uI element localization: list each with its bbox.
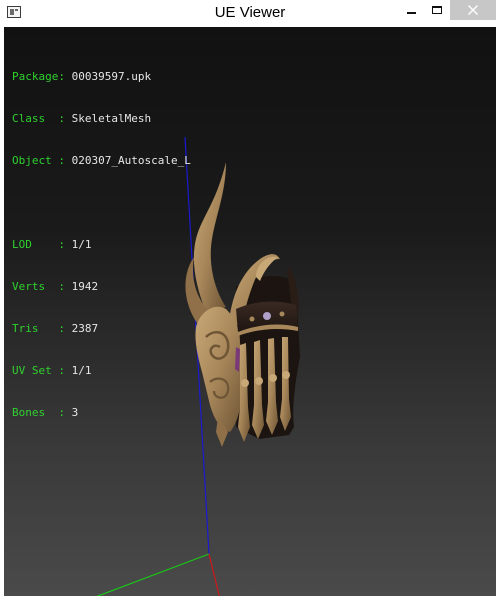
info-verts-value: 1942	[71, 280, 99, 293]
mesh-band-ornament-3	[279, 311, 285, 317]
x-axis	[208, 553, 220, 596]
info-package-value: 00039597.upk	[71, 70, 152, 83]
mesh-band-ornament-2	[249, 316, 255, 322]
info-tris: Tris : 2387	[12, 322, 191, 336]
claw-knuckle-4	[282, 371, 290, 379]
maximize-button[interactable]	[424, 0, 450, 20]
app-window: UE Viewer Package: 00039597.upk Class: …	[0, 0, 500, 600]
claw-knuckle-1	[241, 379, 249, 387]
info-uvset-value: 1/1	[71, 364, 92, 377]
info-package-label: Package:	[12, 70, 65, 83]
minimize-icon	[406, 12, 416, 14]
info-object-label: Object :	[12, 154, 65, 167]
info-verts-label: Verts :	[12, 280, 65, 293]
info-class: Class : SkeletalMesh	[12, 112, 191, 126]
mesh-body	[195, 306, 242, 432]
info-class-label: Class :	[12, 112, 65, 125]
info-lod-value: 1/1	[71, 238, 92, 251]
info-class-value: SkeletalMesh	[71, 112, 152, 125]
info-lod-label: LOD :	[12, 238, 65, 251]
info-uvset-label: UV Set :	[12, 364, 65, 377]
maximize-icon	[432, 6, 442, 14]
close-button[interactable]	[450, 0, 496, 20]
close-icon	[468, 5, 478, 15]
info-object-value: 020307_Autoscale_L	[71, 154, 191, 167]
mesh-band-ornament	[263, 312, 271, 320]
info-bones-value: 3	[71, 406, 79, 419]
mesh-info-panel: Package: 00039597.upk Class : SkeletalMe…	[12, 42, 191, 448]
minimize-button[interactable]	[398, 0, 424, 20]
info-uvset: UV Set : 1/1	[12, 364, 191, 378]
info-object: Object : 020307_Autoscale_L	[12, 154, 191, 168]
info-verts: Verts : 1942	[12, 280, 191, 294]
info-bones-label: Bones :	[12, 406, 65, 419]
mesh-flame-tall	[193, 162, 226, 312]
title-bar[interactable]: UE Viewer	[0, 0, 500, 27]
y-axis	[96, 553, 210, 596]
claw-knuckle-3	[269, 374, 277, 382]
info-package: Package: 00039597.upk	[12, 70, 191, 84]
info-tris-label: Tris :	[12, 322, 65, 335]
info-bones: Bones : 3	[12, 406, 191, 420]
claw-knuckle-2	[255, 377, 263, 385]
3d-viewport[interactable]: Package: 00039597.upk Class : SkeletalMe…	[4, 27, 496, 596]
info-tris-value: 2387	[71, 322, 99, 335]
info-lod: LOD : 1/1	[12, 238, 191, 252]
